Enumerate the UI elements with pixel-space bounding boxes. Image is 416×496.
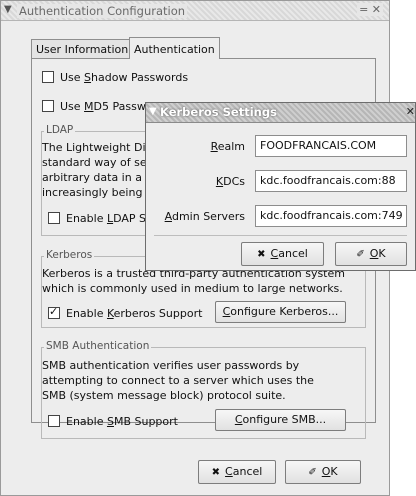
ok-icon: ✐	[356, 249, 365, 260]
kerberos-settings-dialog: ▼ Kerberos Settings ✕ Realm FOODFRANCAIS…	[145, 102, 416, 271]
smb-line: SMB (system message block) protocol suit…	[42, 389, 286, 402]
cancel-icon: ✖	[257, 249, 266, 260]
dialog-title: Kerberos Settings	[160, 105, 277, 119]
enable-kerberos-label: Enable Kerberos Support	[66, 307, 203, 320]
smb-frame-label: SMB Authentication	[44, 340, 152, 352]
ldap-frame-label: LDAP	[44, 124, 76, 136]
dialog-menu-icon[interactable]: ▼	[149, 106, 157, 117]
realm-input[interactable]: FOODFRANCAIS.COM	[255, 135, 407, 157]
enable-ldap-check[interactable]	[48, 212, 60, 224]
tab-authentication[interactable]: Authentication	[129, 37, 220, 59]
configure-kerberos-button[interactable]: Configure Kerberos...	[215, 301, 346, 323]
dialog-ok-button[interactable]: ✐ OK	[335, 242, 407, 266]
smb-description: SMB authentication verifies user passwor…	[42, 358, 314, 403]
kerberos-frame-label: Kerberos	[44, 249, 95, 261]
admin-servers-input[interactable]: kdc.foodfrancais.com:749	[255, 205, 407, 227]
enable-smb-check[interactable]	[48, 415, 60, 427]
enable-kerberos-checkbox[interactable]: Enable Kerberos Support	[48, 305, 203, 320]
smb-line: SMB authentication verifies user passwor…	[42, 359, 300, 372]
tab-user-information[interactable]: User Information	[31, 39, 134, 59]
window-title: Authentication Configuration	[17, 4, 188, 18]
dialog-titlebar[interactable]: ▼ Kerberos Settings ✕	[146, 103, 415, 123]
shadow-passwords-checkbox[interactable]: Use Shadow Passwords	[42, 71, 188, 84]
admin-servers-label: Admin Servers	[164, 210, 245, 223]
md5-passwords-check[interactable]	[42, 100, 54, 112]
shadow-label: Use Shadow Passwords	[60, 71, 189, 84]
cancel-icon: ✖	[211, 467, 221, 478]
dialog-close-icon[interactable]: ✕	[406, 105, 415, 118]
window-controls[interactable]: = ✕	[357, 3, 383, 16]
kdcs-input[interactable]: kdc.foodfrancais.com:88	[255, 170, 407, 192]
enable-kerberos-check[interactable]	[48, 305, 60, 319]
enable-smb-label: Enable SMB Support	[66, 415, 178, 428]
window-titlebar[interactable]: ▼ Authentication Configuration = ✕	[1, 1, 389, 21]
dialog-cancel-button[interactable]: ✖ Cancel	[241, 242, 324, 266]
ok-icon: ✐	[308, 467, 317, 478]
kdcs-label: KDCs	[215, 175, 245, 188]
kerberos-line: which is commonly used in medium to larg…	[42, 282, 343, 295]
ok-button[interactable]: ✐ OK	[285, 460, 361, 484]
window-menu-icon[interactable]: ▼	[4, 4, 12, 15]
smb-line: attempting to connect to a server which …	[42, 374, 314, 387]
enable-smb-checkbox[interactable]: Enable SMB Support	[48, 415, 178, 428]
cancel-button[interactable]: ✖ Cancel	[198, 460, 276, 484]
realm-label: Realm	[210, 140, 245, 153]
configure-smb-button[interactable]: Configure SMB...	[215, 409, 346, 431]
dialog-separator	[154, 235, 407, 236]
shadow-passwords-check[interactable]	[42, 71, 54, 83]
